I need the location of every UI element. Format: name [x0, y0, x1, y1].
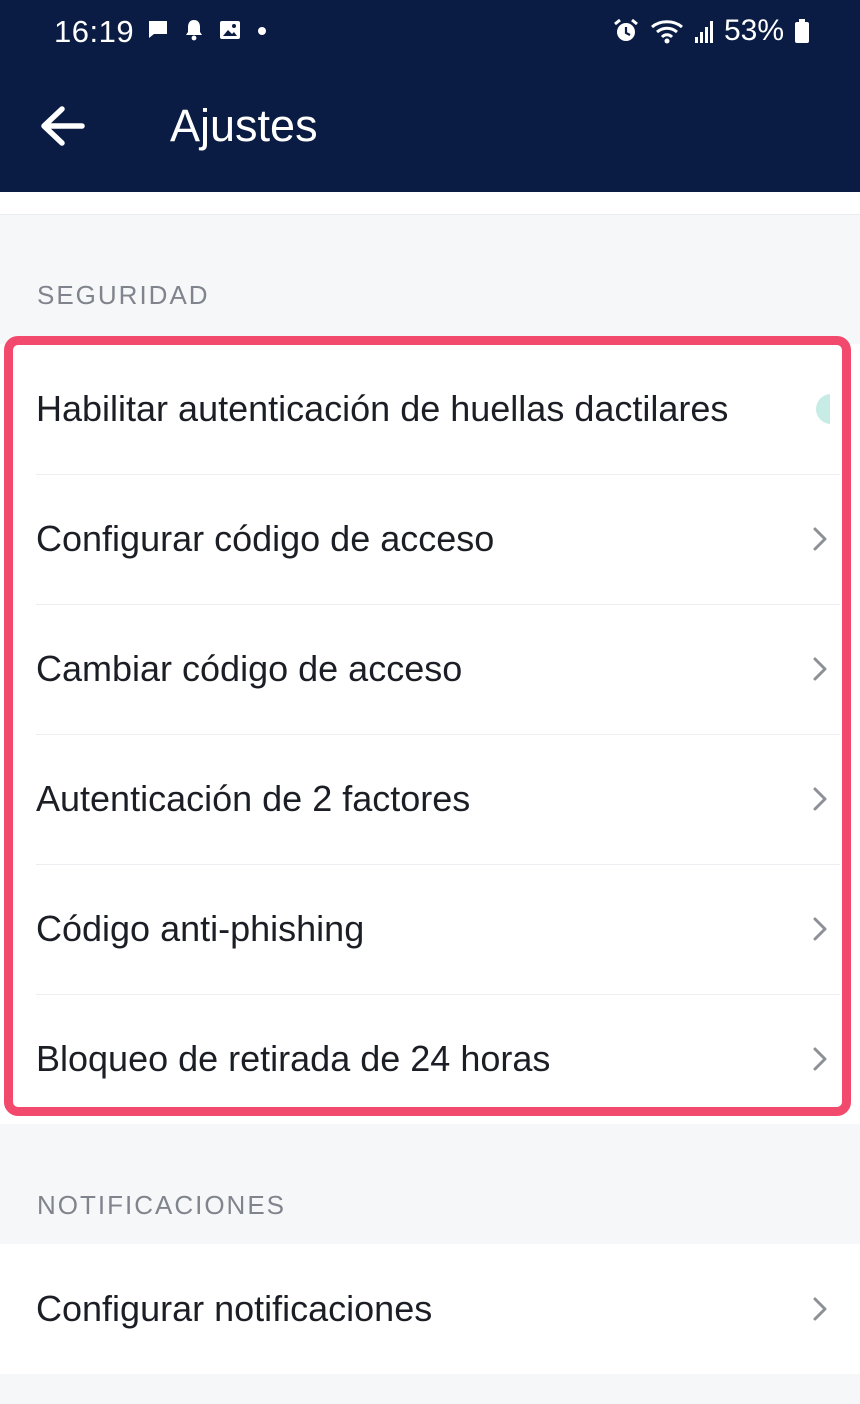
anti-phishing-code-row[interactable]: Código anti-phishing [0, 864, 860, 994]
withdrawal-lock-row[interactable]: Bloqueo de retirada de 24 horas [0, 994, 860, 1124]
fingerprint-toggle[interactable] [816, 394, 830, 424]
row-label: Configurar código de acceso [36, 518, 495, 559]
chat-icon [149, 21, 167, 38]
row-label: Configurar notificaciones [36, 1288, 433, 1329]
page-title: Ajustes [170, 100, 318, 151]
image-icon [220, 21, 240, 39]
chevron-right-icon [813, 917, 827, 941]
system-status-icons: 53% [612, 14, 810, 48]
status-bar: 16:19 53% [0, 0, 860, 68]
settings-screen: 16:19 53% Ajustes SEGURIDAD Habilitar au… [0, 0, 860, 1404]
toggle-knob [816, 394, 830, 424]
row-label: Autenticación de 2 factores [36, 778, 471, 819]
bell-icon [186, 20, 202, 41]
wifi-icon [650, 20, 683, 44]
dot-icon [258, 27, 266, 35]
row-label: Código anti-phishing [36, 908, 365, 949]
change-passcode-row[interactable]: Cambiar código de acceso [0, 604, 860, 734]
two-factor-auth-row[interactable]: Autenticación de 2 factores [0, 734, 860, 864]
row-label: Cambiar código de acceso [36, 648, 463, 689]
chevron-right-icon [813, 787, 827, 811]
section-title-notifications: NOTIFICACIONES [37, 1190, 287, 1220]
previous-section-edge [0, 192, 860, 215]
chevron-right-icon [813, 657, 827, 681]
security-settings-list: Habilitar autenticación de huellas dacti… [0, 344, 860, 1124]
battery-percentage: 53% [723, 14, 784, 47]
fingerprint-auth-row[interactable]: Habilitar autenticación de huellas dacti… [0, 344, 860, 474]
signal-icon [694, 21, 713, 43]
setup-passcode-row[interactable]: Configurar código de acceso [0, 474, 860, 604]
row-label: Habilitar autenticación de huellas dacti… [36, 388, 729, 429]
status-time: 16:19 [54, 14, 135, 49]
row-label: Bloqueo de retirada de 24 horas [36, 1038, 551, 1079]
chevron-right-icon [813, 1047, 827, 1071]
chevron-right-icon [813, 527, 827, 551]
section-title-security: SEGURIDAD [37, 280, 210, 310]
battery-icon [795, 19, 809, 43]
notification-settings-list: Configurar notificaciones [0, 1244, 860, 1374]
top-app-bar: 16:19 53% Ajustes [0, 0, 860, 192]
alarm-icon [614, 18, 638, 41]
back-button[interactable] [38, 104, 88, 148]
notification-icons [146, 18, 268, 42]
chevron-right-icon [813, 1297, 827, 1321]
arrow-left-icon [41, 106, 85, 146]
configure-notifications-row[interactable]: Configurar notificaciones [0, 1244, 860, 1374]
